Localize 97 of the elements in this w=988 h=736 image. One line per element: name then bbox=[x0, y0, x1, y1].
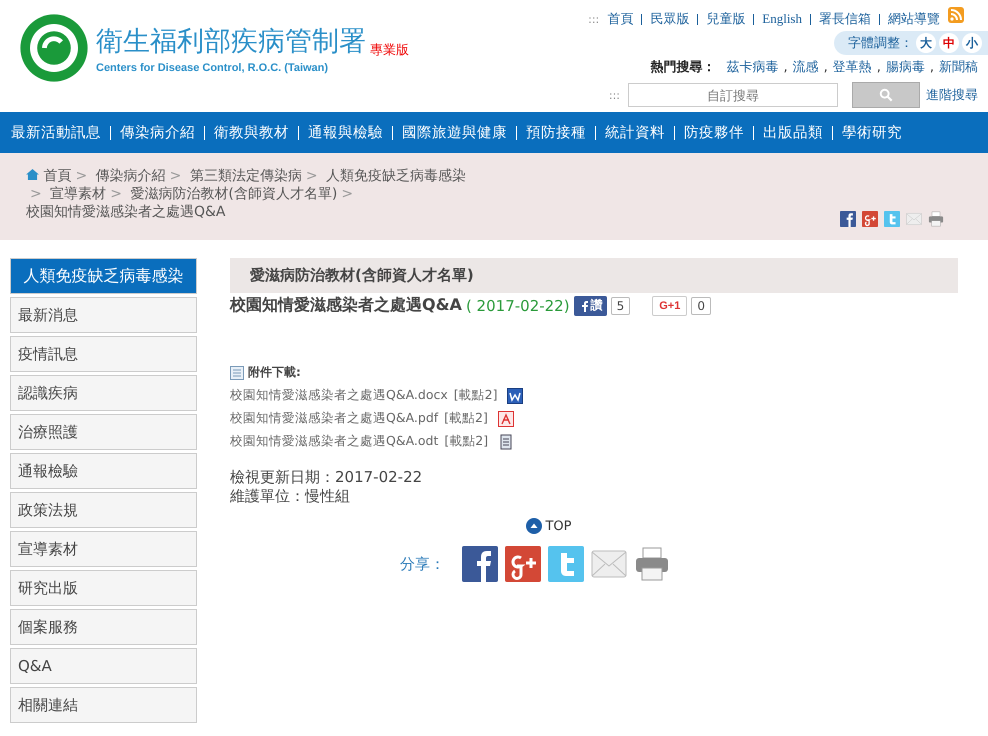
like-count: 5 bbox=[610, 296, 630, 314]
word-document-icon[interactable] bbox=[507, 388, 524, 404]
plus-count: 0 bbox=[691, 296, 711, 314]
hot-search-label: 熱門搜尋： bbox=[650, 59, 716, 76]
sidebar-item[interactable]: 相關連結 bbox=[10, 687, 197, 723]
section-title: 愛滋病防治教材(含師資人才名單) bbox=[250, 266, 474, 285]
font-size-option[interactable]: 中 bbox=[939, 33, 959, 53]
breadcrumb-link[interactable]: 首頁 bbox=[43, 168, 72, 184]
skip-marker: ::: bbox=[608, 88, 620, 102]
attachments-label: 附件下載: bbox=[248, 364, 301, 381]
sidebar-item[interactable]: 最新消息 bbox=[10, 297, 197, 333]
nav-link[interactable]: 通報與檢驗 bbox=[305, 123, 386, 142]
home-icon bbox=[26, 169, 39, 180]
google-plus-icon[interactable] bbox=[862, 211, 878, 227]
hot-search-link[interactable]: 新聞稿 bbox=[939, 58, 978, 76]
comma: , bbox=[783, 60, 788, 74]
sidebar-item[interactable]: 研究出版 bbox=[10, 570, 197, 606]
edition-label: 專業版 bbox=[370, 42, 409, 58]
download-count: [載點2] bbox=[444, 410, 488, 427]
breadcrumb-link[interactable]: 宣導素材 bbox=[50, 186, 106, 202]
back-to-top-link[interactable]: TOP bbox=[276, 518, 572, 534]
logo-emblem-icon[interactable] bbox=[18, 12, 90, 84]
advanced-search-link[interactable]: 進階搜尋 bbox=[926, 86, 978, 104]
rss-icon[interactable] bbox=[948, 7, 964, 23]
header-nav-link[interactable]: 民眾版 bbox=[650, 10, 690, 28]
search-icon bbox=[879, 88, 893, 102]
site-subtitle: Centers for Disease Control, R.O.C. (Taiwan) bbox=[96, 62, 330, 74]
nav-link[interactable]: 衛教與教材 bbox=[211, 123, 292, 142]
nav-link[interactable]: 防疫夥伴 bbox=[681, 123, 747, 142]
breadcrumb-separator: > bbox=[75, 168, 88, 184]
update-date: 檢視更新日期：2017-02-22 bbox=[230, 468, 424, 487]
nav-link[interactable]: 出版品類 bbox=[760, 123, 826, 142]
nav-link[interactable]: 學術研究 bbox=[839, 123, 905, 142]
skip-marker: ::: bbox=[588, 12, 600, 26]
attachment-link[interactable]: 校園知情愛滋感染者之處遇Q&A.odt bbox=[230, 433, 438, 450]
hot-search-link[interactable]: 登革熱 bbox=[832, 58, 872, 76]
attachment-link[interactable]: 校園知情愛滋感染者之處遇Q&A.docx bbox=[230, 387, 448, 404]
facebook-icon[interactable] bbox=[840, 211, 856, 227]
hot-search-link[interactable]: 腸病毒 bbox=[886, 58, 925, 76]
sidebar-item[interactable]: 政策法規 bbox=[10, 492, 197, 528]
header-nav-link[interactable]: 首頁 bbox=[607, 10, 634, 28]
table-icon bbox=[230, 366, 244, 380]
header-nav-link[interactable]: 網站導覽 bbox=[888, 10, 940, 28]
comma: , bbox=[930, 60, 934, 74]
comma: , bbox=[876, 60, 881, 74]
google-plus-button[interactable]: G+1 bbox=[652, 296, 688, 316]
maintainer: 維護單位：慢性組 bbox=[230, 487, 351, 506]
twitter-icon[interactable] bbox=[884, 211, 900, 227]
search-field[interactable]: 自訂搜尋 bbox=[628, 83, 838, 107]
facebook-icon[interactable] bbox=[462, 546, 498, 582]
facebook-like-button[interactable]: 讚 bbox=[574, 296, 607, 316]
breadcrumb-link[interactable]: 校園知情愛滋感染者之處遇Q&A bbox=[26, 204, 226, 220]
font-size-option[interactable]: 小 bbox=[962, 33, 982, 53]
font-size-label: 字體調整： bbox=[848, 35, 913, 52]
print-icon[interactable] bbox=[928, 211, 944, 227]
sidebar-item[interactable]: 通報檢驗 bbox=[10, 453, 197, 489]
breadcrumb-separator: > bbox=[341, 186, 354, 202]
pdf-document-icon[interactable] bbox=[498, 410, 514, 426]
breadcrumb-separator: > bbox=[110, 186, 122, 202]
google-plus-icon[interactable] bbox=[505, 546, 541, 582]
attachment-link[interactable]: 校園知情愛滋感染者之處遇Q&A.pdf bbox=[230, 410, 438, 427]
comma: , bbox=[824, 60, 828, 74]
search-button[interactable] bbox=[852, 82, 920, 108]
breadcrumb-separator: > bbox=[170, 168, 182, 184]
sidebar-item[interactable]: 人類免疫缺乏病毒感染 bbox=[10, 258, 197, 294]
hot-search-link[interactable]: 流感 bbox=[792, 58, 819, 76]
header-nav-link[interactable]: 署長信箱 bbox=[819, 10, 871, 28]
download-count: [載點2] bbox=[444, 433, 488, 450]
sidebar-item[interactable]: 個案服務 bbox=[10, 609, 197, 645]
breadcrumb-separator: > bbox=[306, 168, 318, 184]
site-title[interactable]: 衛生福利部疾病管制署 bbox=[96, 22, 366, 58]
sidebar-item[interactable]: 認識疾病 bbox=[10, 375, 197, 411]
breadcrumb-link[interactable]: 愛滋病防治教材(含師資人才名單) bbox=[130, 186, 338, 202]
header-nav-link[interactable]: English bbox=[762, 11, 802, 27]
nav-link[interactable]: 國際旅遊與健康 bbox=[399, 123, 510, 142]
article-date: ( 2017-02-22) bbox=[466, 296, 570, 314]
document-icon[interactable] bbox=[498, 434, 514, 450]
breadcrumb-separator: > bbox=[30, 186, 42, 202]
breadcrumb-link[interactable]: 傳染病介紹 bbox=[96, 168, 166, 184]
share-label: 分享： bbox=[400, 554, 445, 574]
sidebar-item[interactable]: 疫情訊息 bbox=[10, 336, 197, 372]
header-nav-link[interactable]: 兒童版 bbox=[706, 10, 746, 28]
nav-link[interactable]: 統計資料 bbox=[602, 123, 668, 142]
hot-search-link[interactable]: 茲卡病毒 bbox=[726, 58, 778, 76]
breadcrumb-link[interactable]: 第三類法定傳染病 bbox=[190, 168, 302, 184]
nav-link[interactable]: 最新活動訊息 bbox=[8, 123, 104, 142]
article-title: 校園知情愛滋感染者之處遇Q&A bbox=[230, 295, 462, 316]
twitter-icon[interactable] bbox=[548, 546, 584, 582]
download-count: [載點2] bbox=[454, 387, 498, 404]
nav-link[interactable]: 傳染病介紹 bbox=[117, 123, 198, 142]
font-size-option[interactable]: 大 bbox=[916, 33, 936, 53]
sidebar-item[interactable]: Q&A bbox=[10, 648, 197, 684]
sidebar-item[interactable]: 宣導素材 bbox=[10, 531, 197, 567]
nav-link[interactable]: 預防接種 bbox=[523, 123, 589, 142]
print-icon[interactable] bbox=[634, 546, 670, 582]
sidebar-item[interactable]: 治療照護 bbox=[10, 414, 197, 450]
breadcrumb-link[interactable]: 人類免疫缺乏病毒感染 bbox=[326, 168, 466, 184]
